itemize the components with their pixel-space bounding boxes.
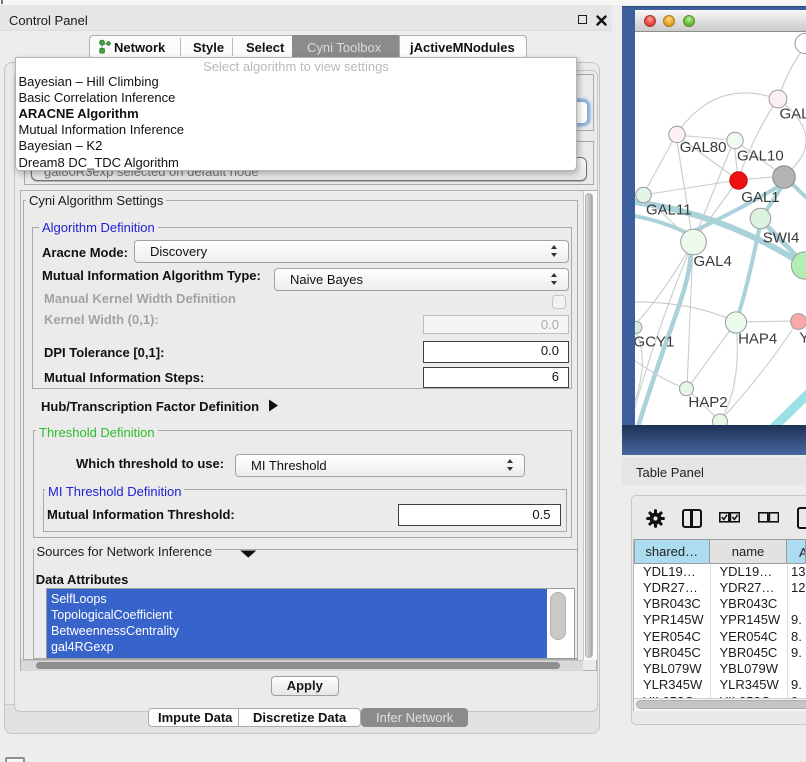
svg-text:HAP4: HAP4 bbox=[738, 330, 777, 347]
svg-text:GAL10: GAL10 bbox=[737, 147, 784, 164]
svg-text:GAL1: GAL1 bbox=[741, 188, 779, 205]
svg-text:SWI4: SWI4 bbox=[763, 229, 800, 246]
svg-text:GAL4: GAL4 bbox=[694, 252, 732, 269]
svg-text:GAL11: GAL11 bbox=[646, 201, 692, 218]
svg-text:HAP2: HAP2 bbox=[688, 394, 727, 411]
svg-text:GAL2: GAL2 bbox=[780, 105, 806, 122]
svg-text:GCY1: GCY1 bbox=[635, 333, 674, 350]
svg-text:Y: Y bbox=[799, 329, 806, 346]
svg-text:GAL80: GAL80 bbox=[680, 138, 727, 155]
